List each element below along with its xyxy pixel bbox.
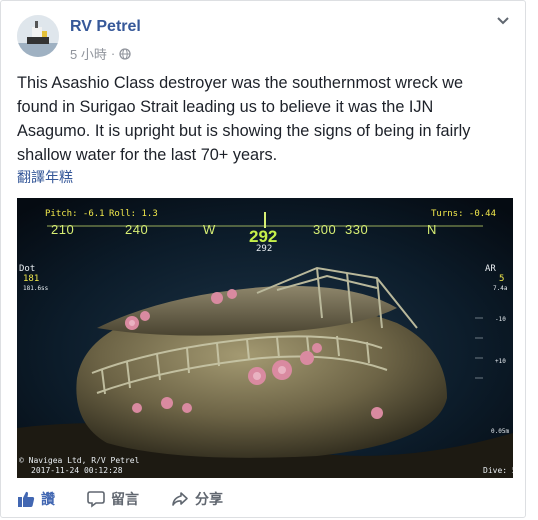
compass-tick: 330: [345, 222, 369, 237]
page-name[interactable]: RV Petrel: [70, 18, 141, 36]
ar-label: AR: [485, 264, 496, 274]
heading-secondary: 292: [256, 244, 273, 254]
dot-value: 181: [23, 274, 40, 284]
compass-tick: N: [427, 222, 437, 237]
globe-icon[interactable]: [119, 47, 131, 60]
like-label: 讚: [41, 491, 55, 507]
post-message: This Asashio Class destroyer was the sou…: [17, 74, 471, 164]
photo-credit: © Navigea Ltd, R/V Petrel: [19, 456, 140, 465]
ar-sub: 7.4a: [493, 285, 508, 292]
comment-button[interactable]: 留言: [87, 485, 139, 513]
like-button[interactable]: 讚: [17, 485, 55, 513]
dot-sub: 181.6ss: [23, 285, 49, 292]
chevron-down-icon[interactable]: [495, 13, 511, 29]
feed-post: RV Petrel 5 小時 · This Asashio Class dest…: [0, 0, 526, 518]
avatar-ship-image: [17, 15, 59, 57]
compass-tick: 300: [313, 222, 337, 237]
photo-timestamp: 2017-11-24 00:12:28: [31, 466, 123, 475]
post-actions: 讚 留言 分享: [17, 485, 255, 513]
compass-tick: W: [203, 222, 216, 237]
comment-icon: [87, 491, 105, 508]
dot-label: Dot: [19, 264, 36, 274]
compass-tick: 240: [125, 222, 149, 237]
scale-label: 0.05m: [491, 428, 510, 435]
compass-tick: 210: [51, 222, 75, 237]
comment-label: 留言: [111, 491, 139, 507]
roll-readout: Roll: 1.3: [109, 209, 158, 219]
share-button[interactable]: 分享: [171, 485, 223, 513]
share-label: 分享: [195, 491, 223, 507]
dive-number: Dive: 51: [483, 466, 513, 475]
see-translation-link[interactable]: 翻譯年糕: [17, 167, 73, 187]
meta-separator: ·: [110, 46, 116, 61]
ar-value: 5: [499, 274, 505, 284]
scale-label: +10: [495, 358, 506, 365]
pitch-readout: Pitch: -6.1: [45, 209, 105, 219]
turns-readout: Turns: -0.44: [431, 209, 497, 219]
post-photo[interactable]: Pitch: -6.1 Roll: 1.3 Turns: -0.44 210 2…: [17, 198, 513, 478]
share-icon: [172, 492, 188, 506]
post-time[interactable]: 5 小時: [70, 44, 107, 63]
thumbs-up-icon: [18, 491, 35, 507]
post-meta: 5 小時 ·: [70, 44, 131, 63]
page-avatar[interactable]: [17, 15, 59, 57]
scale-label: -10: [495, 316, 506, 323]
